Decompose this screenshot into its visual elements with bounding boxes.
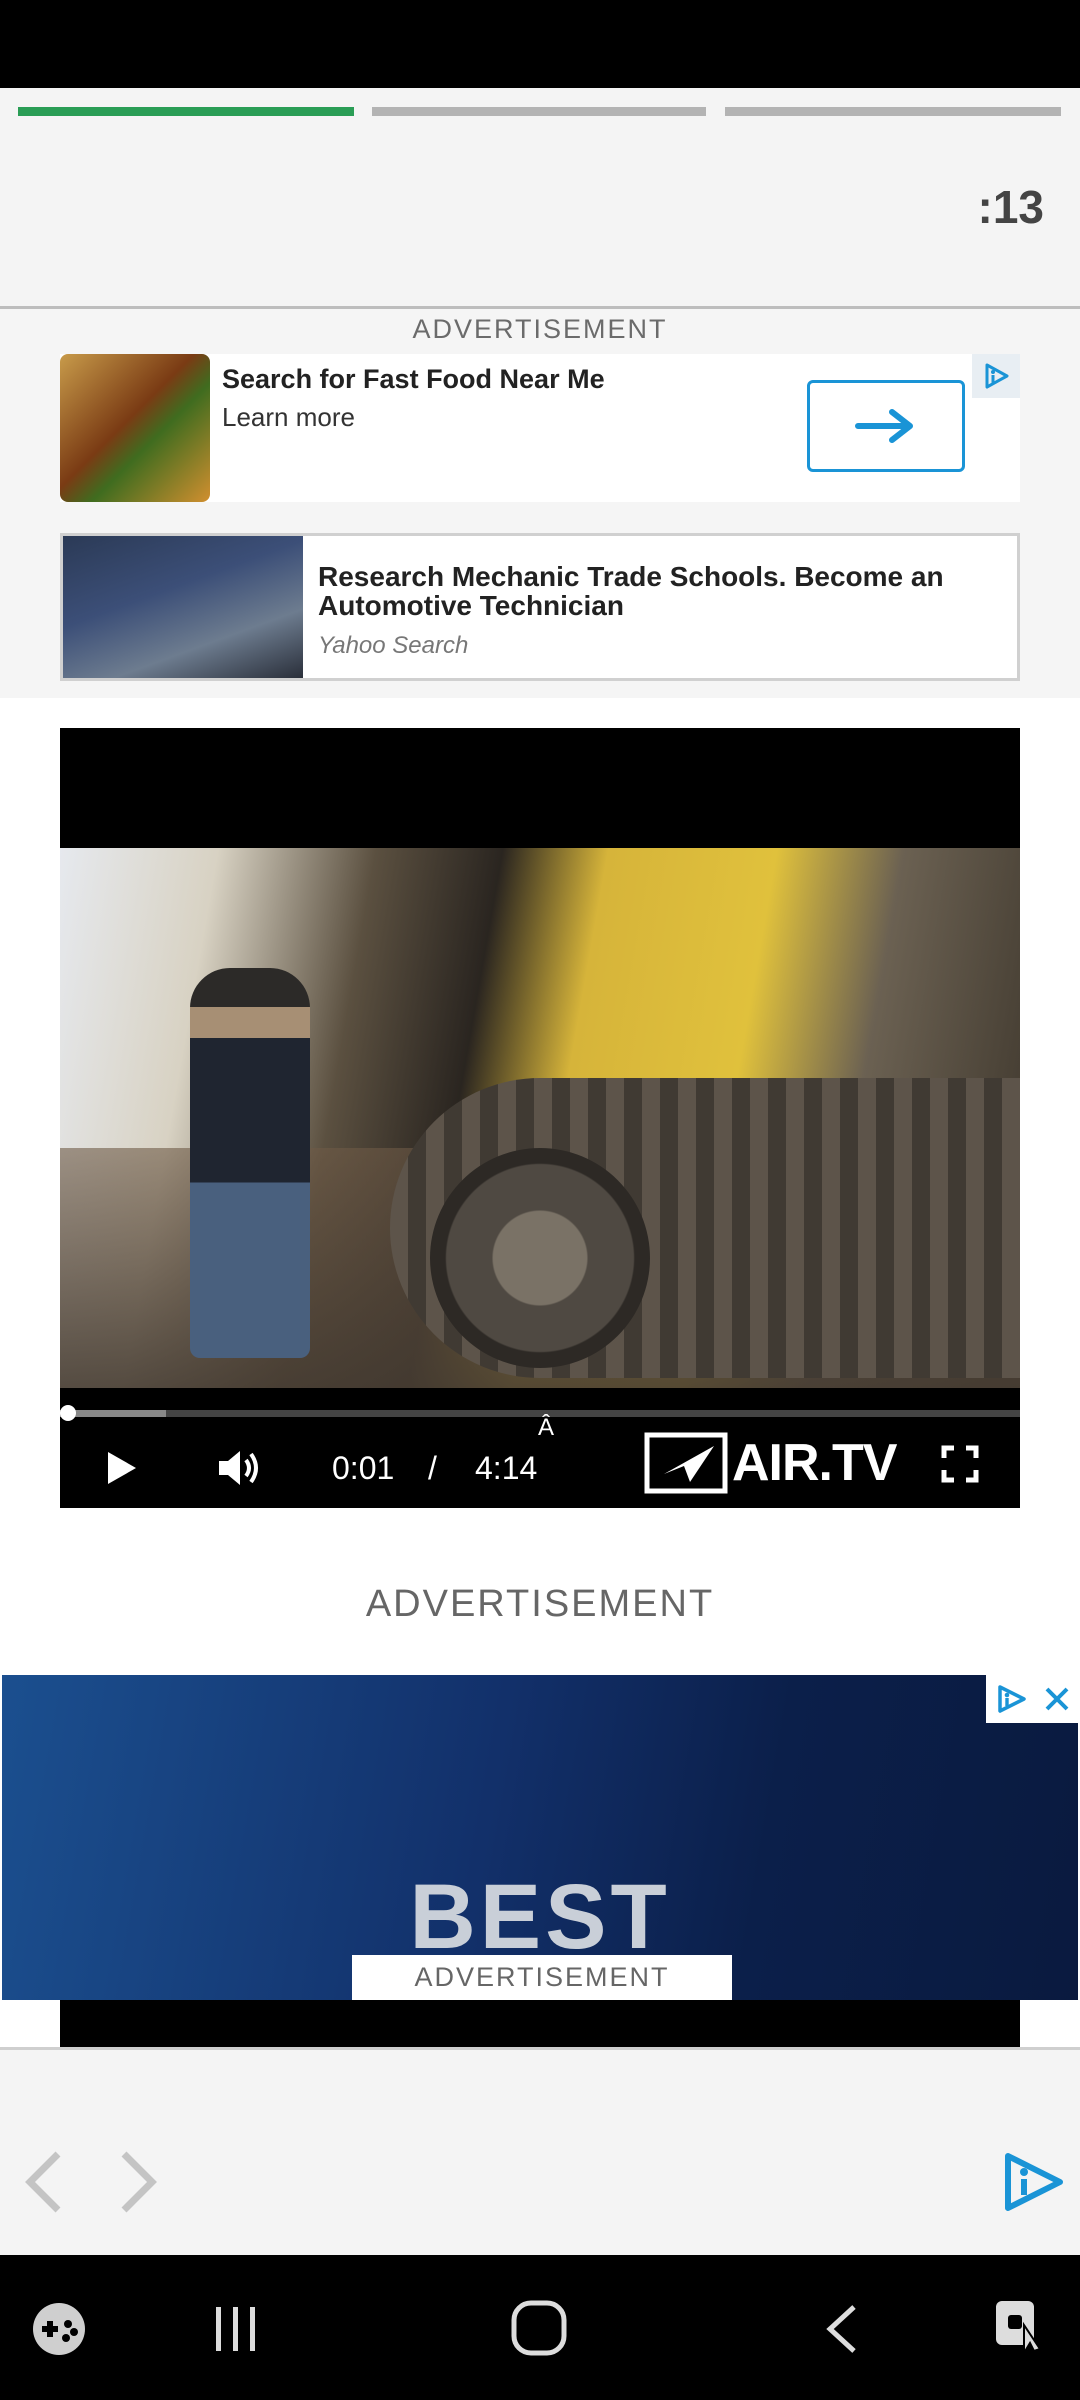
- accessibility-button[interactable]: [990, 2295, 1050, 2364]
- ad-label-middle: ADVERTISEMENT: [365, 1583, 715, 1625]
- story-footer: [0, 2047, 1080, 2258]
- status-bar: [0, 0, 1080, 88]
- adchoices-button[interactable]: [972, 354, 1020, 398]
- recent-apps-button[interactable]: [210, 2303, 262, 2360]
- next-button[interactable]: [116, 2150, 160, 2219]
- game-launcher-icon: [33, 2303, 85, 2355]
- accessibility-icon: [996, 2301, 1042, 2357]
- volume-button[interactable]: [215, 1446, 263, 1495]
- airtv-icon: [644, 1432, 728, 1494]
- video-scrubber-handle[interactable]: [60, 1405, 76, 1421]
- back-button[interactable]: [822, 2303, 862, 2360]
- ad-title: Research Mechanic Trade Schools. Become …: [318, 561, 944, 621]
- adchoices-icon: [985, 363, 1009, 389]
- time-separator: /: [428, 1450, 437, 1486]
- ad-banner-badges: [986, 1675, 1078, 1723]
- ad-source: Yahoo Search: [318, 632, 469, 659]
- adchoices-icon[interactable]: [993, 1683, 1029, 1715]
- chevron-left-icon: [25, 2151, 61, 2213]
- video-tractor-wheel: [430, 1148, 650, 1368]
- volume-icon: [219, 1451, 258, 1485]
- story-progress-segment-3: [725, 107, 1061, 116]
- ad-banner[interactable]: BEST ADVERTISEMENT: [2, 1675, 1078, 2000]
- close-icon[interactable]: [1042, 1684, 1072, 1714]
- airtv-logo[interactable]: AIR.TV: [644, 1432, 897, 1494]
- story-header: [0, 88, 1080, 309]
- ad-title: Search for Fast Food Near Me: [222, 364, 605, 394]
- ad-banner-label: ADVERTISEMENT: [352, 1955, 732, 2000]
- ad-info-icon: [1005, 2153, 1063, 2211]
- stray-character: Â: [538, 1414, 555, 1441]
- video-person: [190, 968, 310, 1358]
- ad-info-button[interactable]: [1000, 2150, 1066, 2219]
- video-player[interactable]: 0:01 / 4:14 Â AIR.TV: [60, 728, 1020, 1508]
- recent-apps-icon: [216, 2307, 255, 2351]
- arrow-right-icon: [855, 409, 913, 443]
- fullscreen-icon: [941, 1445, 979, 1483]
- ad-label-top: ADVERTISEMENT: [412, 314, 668, 344]
- story-progress-segment-1: [18, 107, 354, 116]
- story-progress-segment-2: [372, 107, 706, 116]
- fullscreen-button[interactable]: [940, 1444, 980, 1489]
- airtv-wordmark: AIR.TV: [732, 1434, 897, 1492]
- play-icon: [108, 1452, 136, 1484]
- game-launcher-button[interactable]: [30, 2300, 88, 2363]
- prev-button[interactable]: [22, 2150, 66, 2219]
- ad-card-mechanic[interactable]: Research Mechanic Trade Schools. Become …: [60, 533, 1020, 681]
- chevron-right-icon: [121, 2151, 157, 2213]
- duration: 4:14: [475, 1450, 538, 1486]
- video-frame[interactable]: [60, 848, 1020, 1388]
- ad-card-fast-food[interactable]: Search for Fast Food Near Me Learn more: [60, 354, 1020, 502]
- ad-learn-more-link[interactable]: Learn more: [222, 402, 355, 433]
- home-button[interactable]: [510, 2299, 568, 2362]
- ad-black-strip: [60, 2000, 1020, 2047]
- countdown-timer: :13: [977, 181, 1044, 233]
- ad-image-mechanic: [63, 536, 303, 678]
- system-nav-bar: [0, 2255, 1080, 2400]
- play-button[interactable]: [104, 1448, 140, 1493]
- back-icon: [826, 2305, 856, 2353]
- home-icon: [511, 2300, 567, 2356]
- ad-image-burger: [60, 354, 210, 502]
- ad-cta-button[interactable]: [807, 380, 965, 472]
- current-time: 0:01: [332, 1450, 395, 1486]
